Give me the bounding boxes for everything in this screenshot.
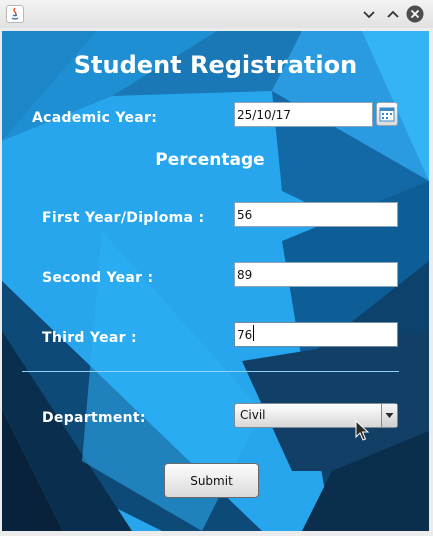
window-title-bar <box>0 0 433 29</box>
second-year-label: Second Year : <box>42 270 154 286</box>
academic-year-field[interactable] <box>234 102 373 127</box>
first-year-field[interactable] <box>234 202 398 227</box>
form-separator <box>22 371 399 372</box>
first-year-label: First Year/Diploma : <box>42 210 205 226</box>
registration-panel: Student Registration Academic Year: Perc… <box>2 31 429 531</box>
percentage-heading: Percentage <box>155 150 265 170</box>
department-dropdown[interactable]: Civil <box>234 403 398 428</box>
submit-button[interactable]: Submit <box>164 463 259 498</box>
text-caret <box>253 325 254 341</box>
form-title: Student Registration <box>73 51 358 79</box>
third-year-field[interactable] <box>234 322 398 347</box>
window-frame: Student Registration Academic Year: Perc… <box>0 28 433 536</box>
mouse-pointer-icon <box>355 420 369 441</box>
minimize-icon[interactable] <box>359 4 379 24</box>
department-label: Department: <box>42 410 146 426</box>
java-icon <box>6 5 24 23</box>
calendar-button[interactable] <box>376 102 398 126</box>
close-icon[interactable] <box>405 4 425 24</box>
chevron-down-icon <box>385 413 394 418</box>
second-year-field[interactable] <box>234 262 398 287</box>
dropdown-arrow-button[interactable] <box>381 404 397 427</box>
maximize-icon[interactable] <box>383 4 403 24</box>
department-selected-value: Civil <box>240 408 266 422</box>
third-year-label: Third Year : <box>42 330 137 346</box>
calendar-icon <box>379 107 395 122</box>
academic-year-label: Academic Year: <box>32 110 158 126</box>
